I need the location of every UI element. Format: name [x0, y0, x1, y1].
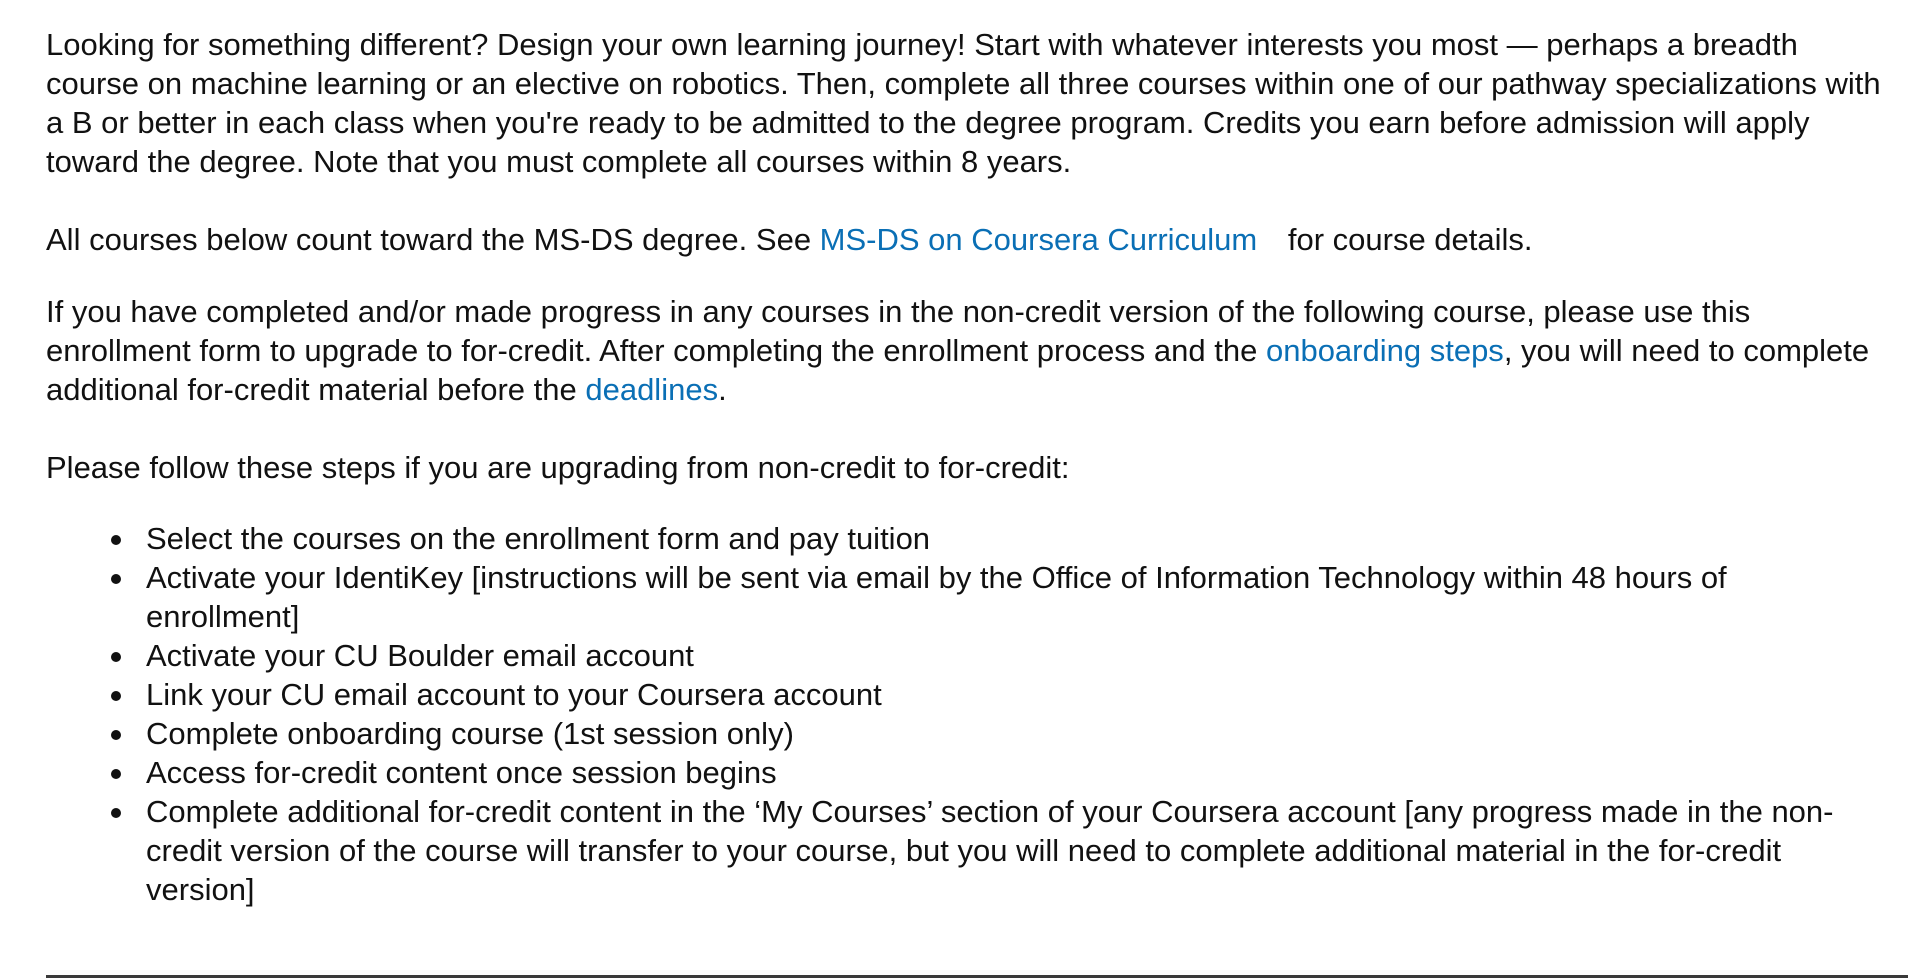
steps-intro: Please follow these steps if you are upg… — [46, 450, 1070, 485]
main-content: Looking for something different? Design … — [46, 25, 1896, 909]
degree-note-paragraph: All courses below count toward the MS-DS… — [46, 220, 1896, 259]
degree-note-suffix: for course details. — [1287, 222, 1533, 257]
curriculum-link[interactable]: MS-DS on Coursera Curriculum — [820, 222, 1258, 257]
list-item: Activate your CU Boulder email account — [111, 636, 1896, 675]
list-item: Complete onboarding course (1st session … — [111, 714, 1896, 753]
degree-note-text: All courses below count toward the MS-DS… — [46, 222, 820, 257]
list-item: Select the courses on the enrollment for… — [111, 519, 1896, 558]
list-item: Access for-credit content once session b… — [111, 753, 1896, 792]
steps-list: Select the courses on the enrollment for… — [46, 519, 1896, 909]
divider — [46, 975, 1908, 978]
deadlines-link[interactable]: deadlines — [585, 372, 718, 407]
list-item: Link your CU email account to your Cours… — [111, 675, 1896, 714]
onboarding-steps-link[interactable]: onboarding steps — [1266, 333, 1504, 368]
upgrade-paragraph: If you have completed and/or made progre… — [46, 292, 1896, 409]
list-item: Activate your IdentiKey [instructions wi… — [111, 558, 1896, 636]
list-item: Complete additional for-credit content i… — [111, 792, 1896, 909]
upgrade-text-3: . — [718, 372, 727, 407]
intro-paragraph: Looking for something different? Design … — [46, 27, 1881, 179]
